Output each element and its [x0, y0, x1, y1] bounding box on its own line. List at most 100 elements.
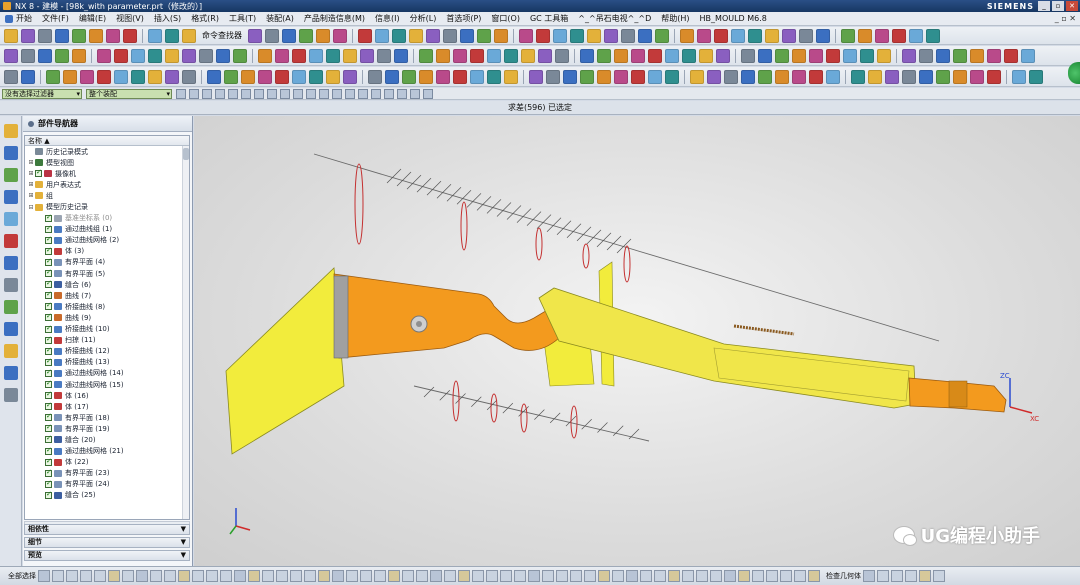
toolbar-tool-icon[interactable]: [368, 69, 382, 84]
pin-icon[interactable]: [28, 120, 34, 127]
toolbar-tool-icon[interactable]: [309, 48, 323, 63]
toolbar-tool-icon[interactable]: [970, 69, 984, 84]
toolbar-tool-icon[interactable]: [326, 69, 340, 84]
toolbar-tool-icon[interactable]: [538, 48, 552, 63]
sketch-tool-icon[interactable]: [136, 570, 148, 582]
toolbar-tool-icon[interactable]: [638, 28, 652, 43]
toolbar-tool-icon[interactable]: [621, 28, 635, 43]
tree-node[interactable]: ⊞ 摄像机: [25, 168, 189, 179]
toolbar-tool-icon[interactable]: [690, 69, 704, 84]
expand-toggle-icon[interactable]: ⊞: [27, 181, 35, 188]
tree-node[interactable]: 历史记录模式: [25, 146, 189, 157]
toolbar-tool-icon[interactable]: [131, 48, 145, 63]
sketch-tool-icon[interactable]: [80, 570, 92, 582]
toolbar-tool-icon[interactable]: [902, 48, 916, 63]
sketch-tool-icon[interactable]: [164, 570, 176, 582]
sketch-tool-icon[interactable]: [38, 570, 50, 582]
expand-toggle-icon[interactable]: ⊞: [27, 170, 35, 177]
toolbar-tool-icon[interactable]: [953, 48, 967, 63]
toolbar-tool-icon[interactable]: [258, 48, 272, 63]
select-all-label[interactable]: 全部选择: [8, 571, 36, 581]
toolbar-tool-icon[interactable]: [858, 28, 872, 43]
toolbar-tool-icon[interactable]: [21, 48, 35, 63]
tree-node[interactable]: 通过曲线网格 (21): [25, 446, 189, 457]
sketch-tool-icon[interactable]: [472, 570, 484, 582]
toolbar-tool-icon[interactable]: [394, 48, 408, 63]
toolbar-tool-icon[interactable]: [775, 48, 789, 63]
sketch-tool-icon[interactable]: [919, 570, 931, 582]
tree-node[interactable]: ⊞ 组: [25, 190, 189, 201]
toolbar-tool-icon[interactable]: [114, 48, 128, 63]
sketch-tool-icon[interactable]: [276, 570, 288, 582]
toolbar-tool-icon[interactable]: [826, 69, 840, 84]
visibility-checkbox[interactable]: [45, 479, 52, 488]
toolbar-tool-icon[interactable]: [443, 28, 457, 43]
toolbar-tool-icon[interactable]: [282, 28, 296, 43]
tree-node[interactable]: 基准坐标系 (0): [25, 213, 189, 224]
toolbar-tool-icon[interactable]: [648, 69, 662, 84]
visibility-checkbox[interactable]: [45, 468, 52, 477]
sketch-tool-icon[interactable]: [430, 570, 442, 582]
menu-gc-toolkit[interactable]: GC 工具箱: [525, 13, 573, 24]
toolbar-tool-icon[interactable]: [148, 48, 162, 63]
snap-point-icon[interactable]: [384, 88, 394, 99]
toolbar-tool-icon[interactable]: [392, 28, 406, 43]
toolbar-tool-icon[interactable]: [1004, 48, 1018, 63]
toolbar-tool-icon[interactable]: [123, 28, 137, 43]
snap-point-icon[interactable]: [176, 88, 186, 99]
sketch-tool-icon[interactable]: [486, 570, 498, 582]
sketch-tool-icon[interactable]: [752, 570, 764, 582]
rifle-stock[interactable]: [333, 273, 560, 359]
toolbar-tool-icon[interactable]: [799, 28, 813, 43]
sketch-tool-icon[interactable]: [52, 570, 64, 582]
toolbar-tool-icon[interactable]: [953, 69, 967, 84]
snap-point-icon[interactable]: [215, 88, 225, 99]
sketch-tool-icon[interactable]: [514, 570, 526, 582]
toolbar-tool-icon[interactable]: [860, 48, 874, 63]
section-ellipse[interactable]: [582, 243, 590, 269]
visibility-checkbox[interactable]: [45, 301, 52, 311]
snap-point-icon[interactable]: [306, 88, 316, 99]
toolbar-tool-icon[interactable]: [343, 69, 357, 84]
toolbar-tool-icon[interactable]: [936, 69, 950, 84]
toolbar-tool-icon[interactable]: [460, 28, 474, 43]
toolbar-tool-icon[interactable]: [38, 48, 52, 63]
sketch-tool-icon[interactable]: [318, 570, 330, 582]
toolbar-tool-icon[interactable]: [587, 28, 601, 43]
toolbar-tool-icon[interactable]: [665, 69, 679, 84]
sketch-tool-icon[interactable]: [66, 570, 78, 582]
menu-hb-mould[interactable]: HB_MOULD M6.8: [695, 14, 772, 23]
snap-point-icon[interactable]: [345, 88, 355, 99]
sketch-tool-icon[interactable]: [94, 570, 106, 582]
toolbar-tool-icon[interactable]: [46, 69, 60, 84]
sketch-tool-icon[interactable]: [640, 570, 652, 582]
section-dependencies[interactable]: 相依性 ▼: [24, 524, 190, 535]
toolbar-tool-icon[interactable]: [604, 28, 618, 43]
toolbar-tool-icon[interactable]: [436, 48, 450, 63]
toolbar-tool-icon[interactable]: [258, 69, 272, 84]
sketch-tool-icon[interactable]: [416, 570, 428, 582]
sketch-tool-icon[interactable]: [738, 570, 750, 582]
resource-tab-icon[interactable]: [3, 344, 18, 358]
sketch-tool-icon[interactable]: [598, 570, 610, 582]
snap-point-icon[interactable]: [267, 88, 277, 99]
toolbar-tool-icon[interactable]: [758, 69, 772, 84]
muzzle-band[interactable]: [948, 380, 968, 408]
resource-tab-icon[interactable]: [3, 124, 18, 138]
menu-file[interactable]: 文件(F): [37, 13, 74, 24]
visibility-checkbox[interactable]: [45, 235, 52, 244]
toolbar-tool-icon[interactable]: [970, 48, 984, 63]
snap-point-icon[interactable]: [241, 88, 251, 99]
visibility-checkbox[interactable]: [45, 446, 52, 455]
toolbar-tool-icon[interactable]: [38, 28, 52, 43]
sketch-tool-icon[interactable]: [696, 570, 708, 582]
toolbar-tool-icon[interactable]: [316, 28, 330, 43]
resource-tab-icon[interactable]: [3, 388, 18, 402]
resource-tab-icon[interactable]: [3, 366, 18, 380]
sketch-tool-icon[interactable]: [542, 570, 554, 582]
tree-node[interactable]: 缝合 (6): [25, 279, 189, 290]
toolbar-tool-icon[interactable]: [809, 48, 823, 63]
toolbar-tool-icon[interactable]: [360, 48, 374, 63]
toolbar-tool-icon[interactable]: [409, 28, 423, 43]
tree-node[interactable]: 有界平面 (4): [25, 257, 189, 268]
